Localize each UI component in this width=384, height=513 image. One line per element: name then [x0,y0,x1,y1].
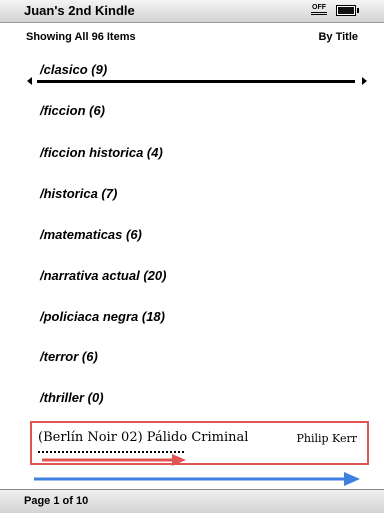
collection-item-terror[interactable]: /terror (6) [40,349,98,364]
blue-arrow-icon [34,472,360,486]
book-author: Philip Kerr [296,432,357,445]
wireless-status-badge: OFF [311,4,327,15]
collection-item-ficcion-historica[interactable]: /ficcion historica (4) [40,145,163,160]
collection-item-matematicas[interactable]: /matematicas (6) [40,227,142,242]
collection-item-narrativa-actual[interactable]: /narrativa actual (20) [40,268,166,283]
left-arrow-icon [27,77,32,85]
right-arrow-icon [362,77,367,85]
collection-item-clasico[interactable]: /clasico (9) [40,62,107,77]
sort-button[interactable]: By Title [318,31,358,43]
red-arrow-icon [42,454,186,466]
collection-item-thriller[interactable]: /thriller (0) [40,390,104,405]
selection-underline [37,80,355,83]
footer-bar: Page 1 of 10 [0,489,384,513]
collection-item-policiaca-negra[interactable]: /policiaca negra (18) [40,309,165,324]
collection-item-ficcion[interactable]: /ficcion (6) [40,103,105,118]
book-title[interactable]: (Berlín Noir 02) Pálido Criminal [38,430,248,445]
device-name: Juan's 2nd Kindle [24,3,135,18]
collection-item-historica[interactable]: /historica (7) [40,186,117,201]
battery-icon [336,5,359,16]
title-bar: Juan's 2nd Kindle OFF [0,0,384,23]
page-indicator: Page 1 of 10 [24,495,89,507]
items-summary: Showing All 96 Items [26,31,136,43]
